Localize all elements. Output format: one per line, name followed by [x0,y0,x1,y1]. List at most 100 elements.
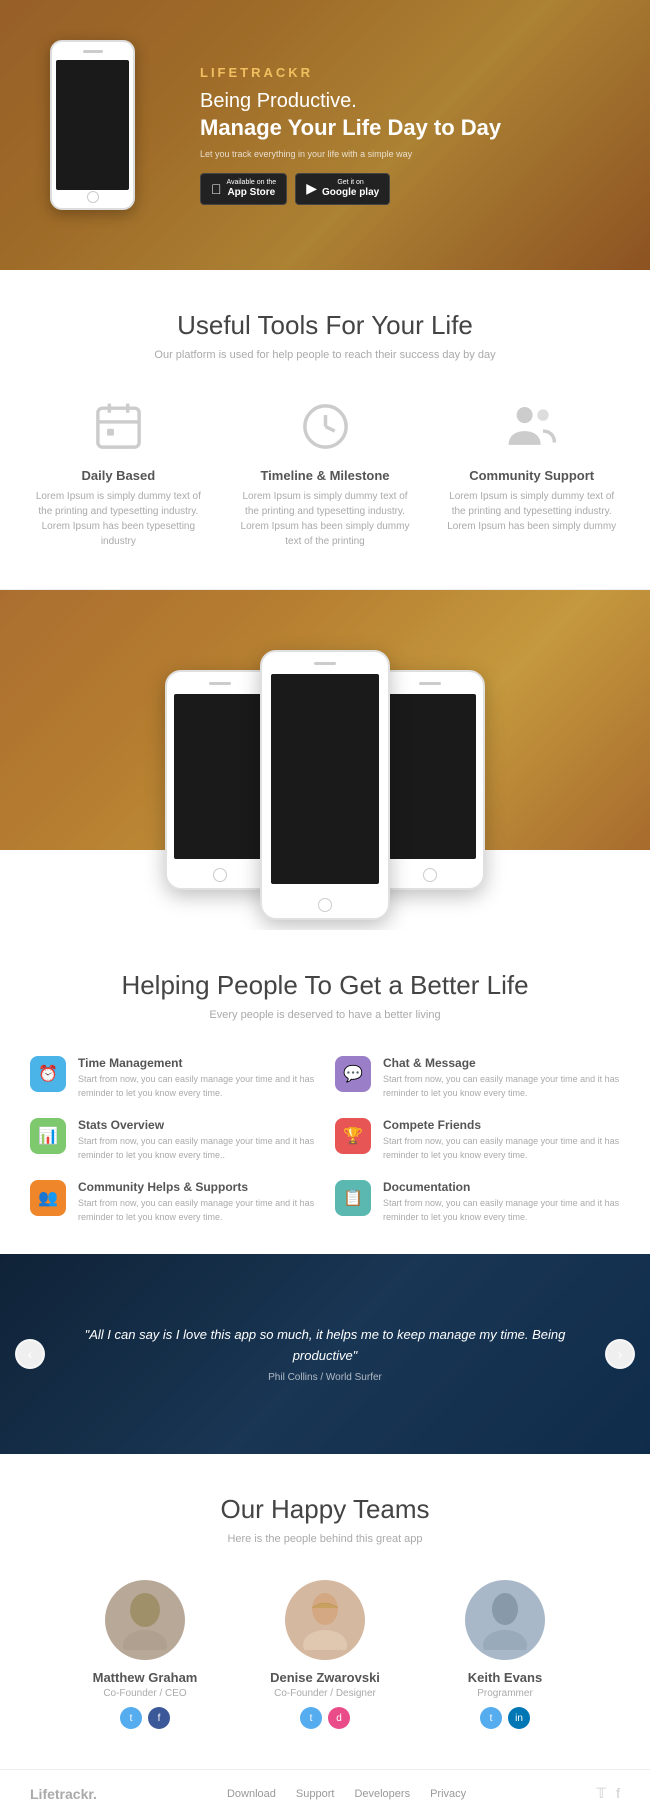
feature-community: Community Support Lorem Ipsum is simply … [433,396,630,549]
next-testimonial-button[interactable]: › [605,1339,635,1369]
footer-brand: Lifetrackr. [30,1786,97,1802]
sp-speaker-left [209,682,231,685]
feature-community-help: 👥 Community Helps & Supports Start from … [30,1180,315,1224]
team-section: Our Happy Teams Here is the people behin… [0,1454,650,1769]
appstore-label: Available on the App Store [227,179,277,199]
brand-name: LIFETRACKR [200,65,501,80]
hero-content: LIFETRACKR Being Productive. Manage Your… [200,65,501,205]
testimonial-author: Phil Collins / World Surfer [80,1372,570,1383]
badge-docs: 📋 [335,1180,371,1216]
showcase-phone-right [375,670,485,890]
better-life-title: Helping People To Get a Better Life [30,970,620,1001]
sp-screen-left [174,694,266,859]
feature-compete: 🏆 Compete Friends Start from now, you ca… [335,1118,620,1162]
feature-title-0: Daily Based [30,468,207,483]
prev-testimonial-button[interactable]: ‹ [15,1339,45,1369]
footer-nav-developers[interactable]: Developers [354,1788,410,1800]
name-matthew: Matthew Graham [70,1670,220,1685]
people-icon [502,396,562,456]
feature-chat: 💬 Chat & Message Start from now, you can… [335,1056,620,1100]
role-keith: Programmer [430,1688,580,1699]
googleplay-button[interactable]: ▶ Get it on Google play [295,173,390,205]
hero-section: LIFETRACKR Being Productive. Manage Your… [0,0,650,270]
tools-title: Useful Tools For Your Life [20,310,630,341]
sp-speaker-center [314,662,336,665]
team-subtitle: Here is the people behind this great app [20,1533,630,1545]
sp-screen-right [384,694,476,859]
badge-time-mgmt: ⏰ [30,1056,66,1092]
feature-docs: 📋 Documentation Start from now, you can … [335,1180,620,1224]
avatar-matthew [105,1580,185,1660]
footer-nav-support[interactable]: Support [296,1788,335,1800]
avatar-keith [465,1580,545,1660]
text-stats: Stats Overview Start from now, you can e… [78,1118,315,1162]
feature-desc-1: Lorem Ipsum is simply dummy text of the … [237,489,414,549]
appstore-button[interactable]:  Available on the App Store [200,173,287,205]
name-denise: Denise Zwarovski [250,1670,400,1685]
feature-daily-based: Daily Based Lorem Ipsum is simply dummy … [20,396,217,549]
team-title: Our Happy Teams [20,1494,630,1525]
footer-nav-privacy[interactable]: Privacy [430,1788,466,1800]
team-member-keith: Keith Evans Programmer t in [430,1580,580,1729]
sp-speaker-right [419,682,441,685]
role-denise: Co-Founder / Designer [250,1688,400,1699]
text-chat: Chat & Message Start from now, you can e… [383,1056,620,1100]
badge-compete: 🏆 [335,1118,371,1154]
testimonial-section: ‹ "All I can say is I love this app so m… [0,1254,650,1454]
showcase-phone-left [165,670,275,890]
phone-speaker [83,50,103,53]
phones-showcase-section [0,590,650,930]
store-buttons-group:  Available on the App Store ▶ Get it on… [200,173,501,205]
feature-timeline: Timeline & Milestone Lorem Ipsum is simp… [227,396,424,549]
sp-home-right [423,868,437,882]
facebook-icon-matthew[interactable]: f [148,1707,170,1729]
phones-container [0,650,650,930]
badge-stats: 📊 [30,1118,66,1154]
badge-community: 👥 [30,1180,66,1216]
text-docs: Documentation Start from now, you can ea… [383,1180,620,1224]
socials-matthew: t f [70,1707,220,1729]
avatar-denise [285,1580,365,1660]
sp-screen-center [271,674,379,884]
role-matthew: Co-Founder / CEO [70,1688,220,1699]
phone-screen [56,60,129,190]
feature-desc-0: Lorem Ipsum is simply dummy text of the … [30,489,207,549]
better-life-subtitle: Every people is deserved to have a bette… [30,1009,620,1021]
better-life-features: ⏰ Time Management Start from now, you ca… [30,1056,620,1224]
twitter-icon-keith[interactable]: t [480,1707,502,1729]
dribbble-icon-denise[interactable]: d [328,1707,350,1729]
footer-nav-download[interactable]: Download [227,1788,276,1800]
team-member-matthew: Matthew Graham Co-Founder / CEO t f [70,1580,220,1729]
feature-time-mgmt: ⏰ Time Management Start from now, you ca… [30,1056,315,1100]
linkedin-icon-keith[interactable]: in [508,1707,530,1729]
hero-phone-illustration [30,20,170,250]
team-grid: Matthew Graham Co-Founder / CEO t f Deni… [20,1580,630,1729]
footer-social: 𝕋 f [596,1785,620,1802]
feature-stats: 📊 Stats Overview Start from now, you can… [30,1118,315,1162]
feature-title-1: Timeline & Milestone [237,468,414,483]
better-life-section: Helping People To Get a Better Life Ever… [0,930,650,1254]
testimonial-content: "All I can say is I love this app so muc… [0,1325,650,1384]
phone-home-button [87,191,99,203]
tools-features-grid: Daily Based Lorem Ipsum is simply dummy … [20,396,630,549]
features-col-left: ⏰ Time Management Start from now, you ca… [30,1056,315,1224]
showcase-phone-center [260,650,390,920]
calendar-icon [88,396,148,456]
text-community: Community Helps & Supports Start from no… [78,1180,315,1224]
hero-subtitle: Let you track everything in your life wi… [200,149,501,159]
play-icon: ▶ [306,180,317,197]
twitter-icon-matthew[interactable]: t [120,1707,142,1729]
sp-home-center [318,898,332,912]
footer-facebook-icon[interactable]: f [616,1785,620,1802]
hero-tagline: Being Productive. Manage Your Life Day t… [200,88,501,143]
badge-chat: 💬 [335,1056,371,1092]
twitter-icon-denise[interactable]: t [300,1707,322,1729]
socials-denise: t d [250,1707,400,1729]
feature-title-2: Community Support [443,468,620,483]
clock-icon [295,396,355,456]
footer-twitter-icon[interactable]: 𝕋 [596,1785,606,1802]
googleplay-label: Get it on Google play [322,179,379,199]
team-member-denise: Denise Zwarovski Co-Founder / Designer t… [250,1580,400,1729]
apple-icon:  [211,181,222,197]
footer: Lifetrackr. Download Support Developers … [0,1769,650,1817]
